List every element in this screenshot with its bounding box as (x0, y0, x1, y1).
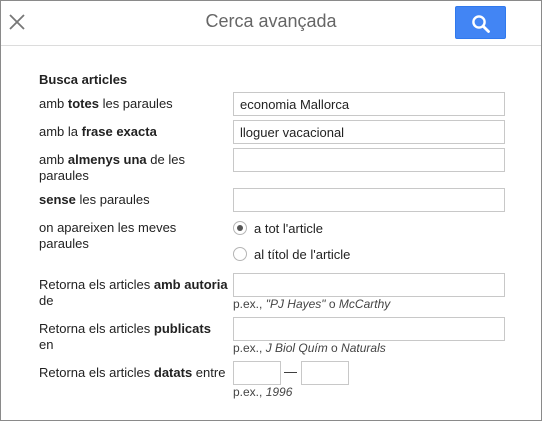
all-words-input[interactable] (233, 92, 505, 116)
radio-label: al títol de l'article (254, 247, 351, 262)
author-hint: p.ex., "PJ Hayes" o McCarthy (233, 297, 391, 311)
date-separator: — (284, 364, 297, 379)
at-least-one-label: amb almenys una de les paraules (39, 152, 185, 183)
without-words-label: sense les paraules (39, 192, 150, 207)
search-icon (472, 15, 490, 33)
all-words-label: amb totes les paraules (39, 96, 173, 111)
radio-button[interactable] (233, 247, 247, 261)
published-label: Retorna els articles publicats en (39, 321, 211, 352)
at-least-one-input[interactable] (233, 148, 505, 172)
publication-input[interactable] (233, 317, 505, 341)
author-label: Retorna els articles amb autoria de (39, 277, 228, 308)
advanced-search-dialog: Cerca avançada Busca articles amb totes … (0, 0, 542, 421)
author-input[interactable] (233, 273, 505, 297)
occurrence-label: on apareixen les meves paraules (39, 220, 177, 251)
date-range-label: Retorna els articles datats entre (39, 365, 226, 380)
search-button[interactable] (455, 6, 506, 39)
year-from-input[interactable] (233, 361, 281, 385)
date-hint: p.ex., 1996 (233, 385, 293, 399)
year-to-input[interactable] (301, 361, 349, 385)
dialog-header: Cerca avançada (1, 1, 541, 46)
publication-hint: p.ex., J Biol Quím o Naturals (233, 341, 386, 355)
radio-label: a tot l'article (254, 221, 323, 236)
without-words-input[interactable] (233, 188, 505, 212)
radio-button-checked[interactable] (233, 221, 247, 235)
exact-phrase-label: amb la frase exacta (39, 124, 157, 139)
exact-phrase-input[interactable] (233, 120, 505, 144)
section-title: Busca articles (39, 72, 128, 87)
